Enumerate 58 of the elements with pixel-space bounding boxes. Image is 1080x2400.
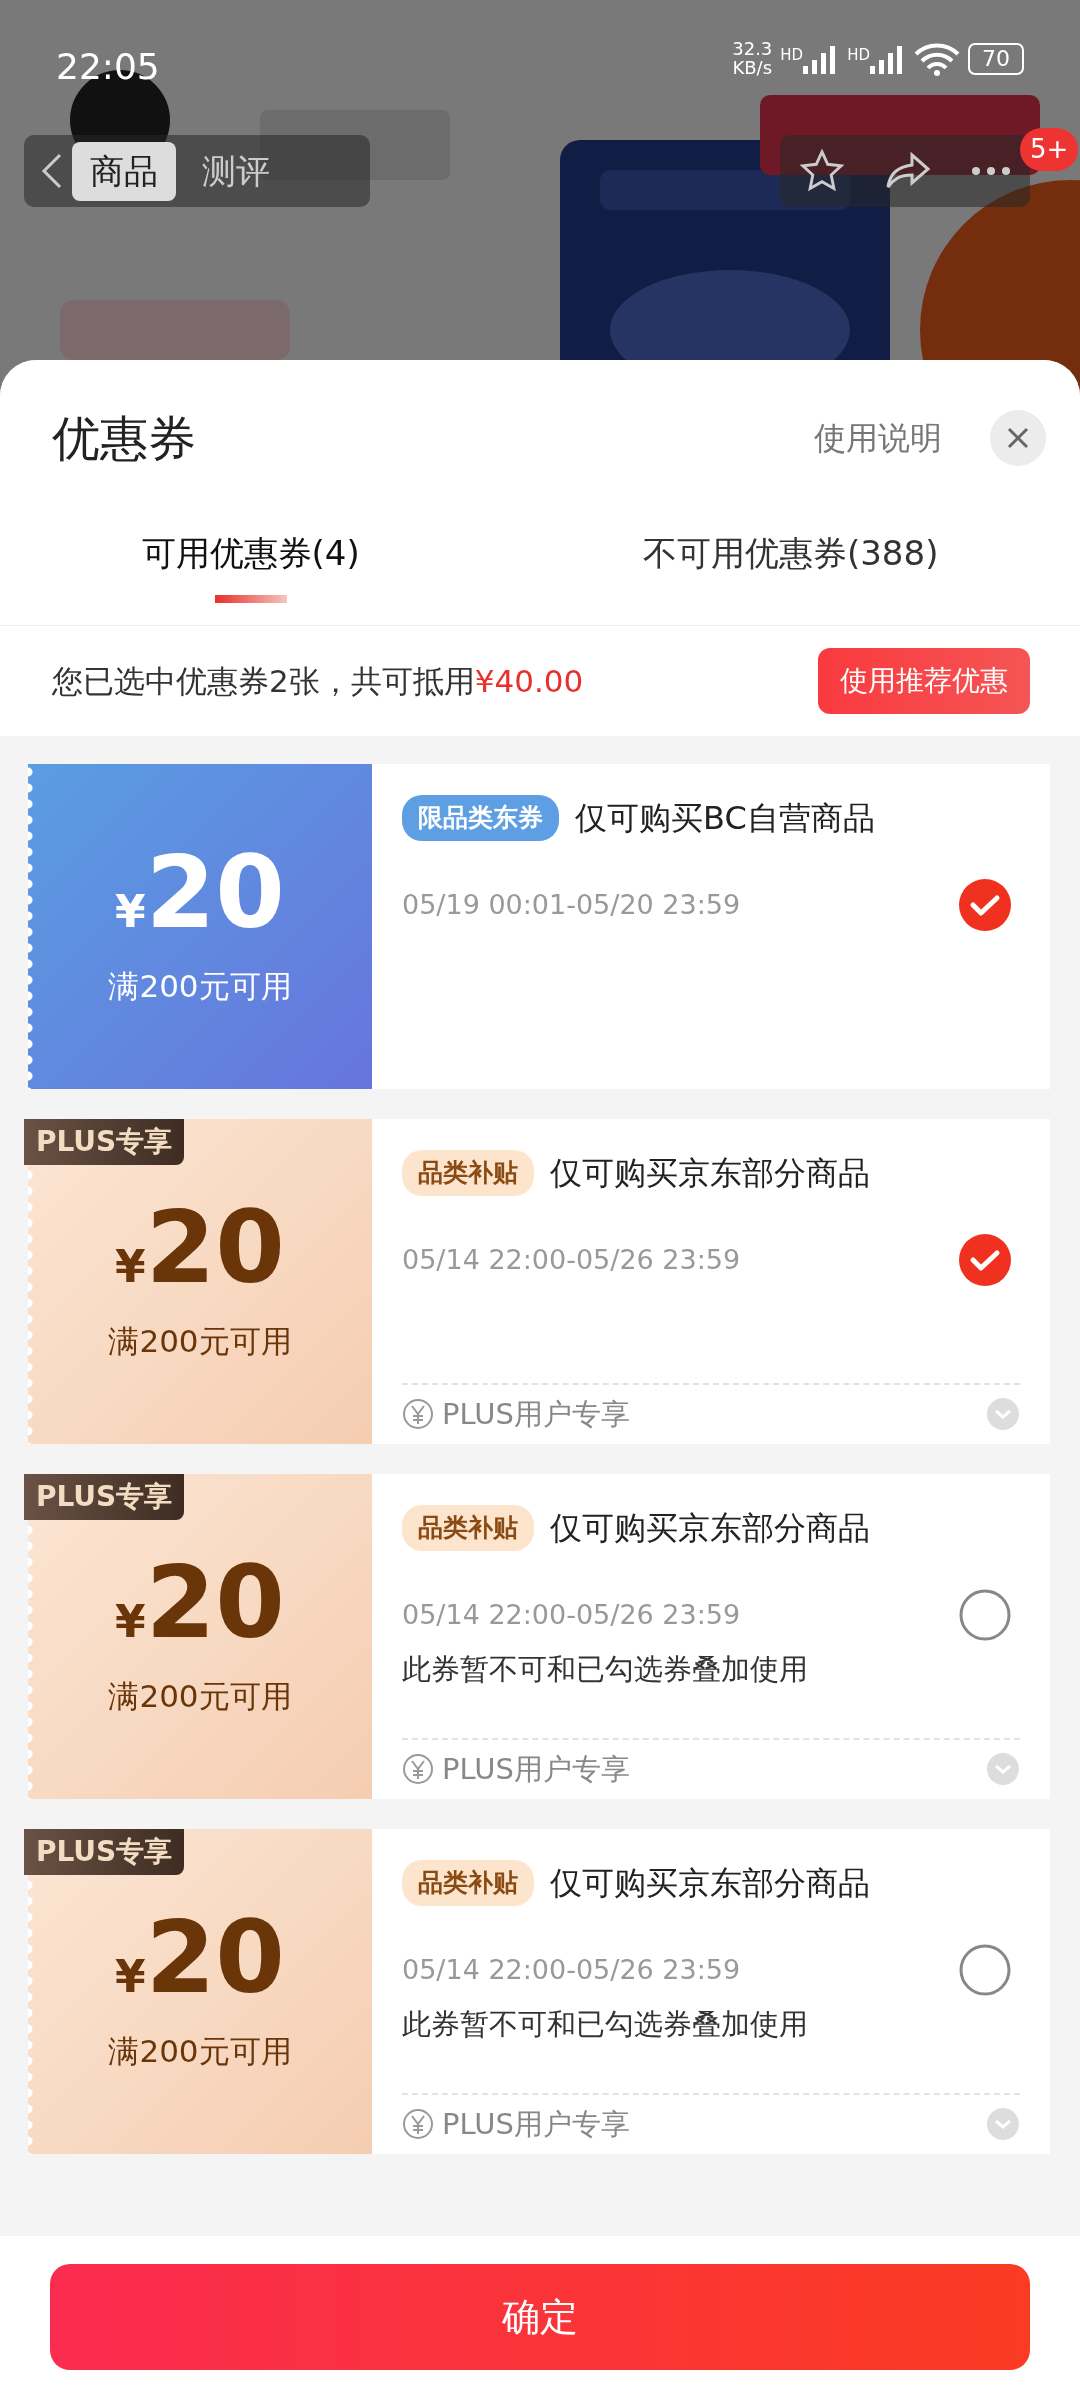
close-icon — [1006, 426, 1030, 450]
category-tag: 品类补贴 — [402, 1150, 534, 1196]
checked-icon[interactable] — [958, 878, 1012, 932]
more-icon[interactable] — [970, 166, 1011, 176]
plus-badge: PLUS专享 — [24, 1474, 185, 1520]
spend-condition: 满200元可用 — [108, 2032, 292, 2072]
spend-condition: 满200元可用 — [108, 967, 292, 1007]
plus-badge: PLUS专享 — [24, 1119, 185, 1165]
sheet-title: 优惠券 — [52, 409, 196, 468]
yen-icon — [402, 1398, 434, 1431]
coupon-amount: ¥20 — [115, 843, 285, 946]
plus-badge: PLUS专享 — [24, 1829, 185, 1875]
selection-summary: 您已选中优惠券2张，共可抵用¥40.00 — [52, 661, 584, 701]
wifi-icon — [914, 41, 960, 76]
recommend-button[interactable]: 使用推荐优惠 — [818, 648, 1030, 714]
yen-icon — [402, 2108, 434, 2141]
confirm-button[interactable]: 确定 — [50, 2264, 1030, 2370]
coupon-tab[interactable]: 可用优惠券(4) — [141, 528, 360, 579]
category-tag: 限品类东券 — [402, 795, 559, 841]
stacking-note: 此券暂不可和已勾选券叠加使用 — [402, 2006, 809, 2043]
member-note: PLUS用户专享 — [442, 1395, 630, 1433]
validity-period: 05/14 22:00-05/26 23:59 — [402, 1952, 741, 1987]
spend-condition: 满200元可用 — [108, 1677, 292, 1717]
coupon-title: 仅可购买京东部分商品 — [550, 1153, 870, 1194]
coupon-title: 仅可购买京东部分商品 — [550, 1863, 870, 1904]
validity-period: 05/14 22:00-05/26 23:59 — [402, 1597, 741, 1632]
checkbox[interactable] — [958, 1588, 1012, 1642]
validity-period: 05/14 22:00-05/26 23:59 — [402, 1242, 741, 1277]
share-icon[interactable] — [884, 151, 932, 191]
network-speed: 32.3 — [732, 40, 773, 59]
member-note: PLUS用户专享 — [442, 2105, 630, 2143]
stacking-note: 此券暂不可和已勾选券叠加使用 — [402, 1651, 809, 1688]
checkbox[interactable] — [958, 1943, 1012, 1997]
coupon-amount: ¥20 — [115, 1553, 285, 1656]
member-note: PLUS用户专享 — [442, 1750, 630, 1788]
coupon-card[interactable]: ¥20 满200元可用 限品类东券 仅可购买BC自营商品 05/19 00:01-05/20 23:59 — [28, 764, 1050, 1089]
network-type: HD — [847, 44, 870, 66]
validity-period: 05/19 00:01-05/20 23:59 — [402, 887, 741, 922]
back-icon[interactable] — [40, 151, 64, 191]
network-type: HD — [780, 44, 804, 66]
yen-icon — [402, 1753, 434, 1786]
checked-icon[interactable] — [958, 1233, 1012, 1287]
coupon-tab[interactable]: 不可用优惠券(388) — [642, 528, 939, 579]
coupon-amount: ¥20 — [115, 1198, 285, 1301]
spend-condition: 满200元可用 — [108, 1322, 292, 1362]
coupon-title: 仅可购买BC自营商品 — [575, 798, 875, 839]
help-link[interactable]: 使用说明 — [814, 414, 942, 462]
battery-indicator: 70 — [968, 42, 1024, 75]
coupon-title: 仅可购买京东部分商品 — [550, 1508, 870, 1549]
page-tab[interactable]: 测评 — [184, 141, 288, 201]
category-tag: 品类补贴 — [402, 1860, 534, 1906]
page-tab[interactable]: 商品 — [72, 141, 176, 201]
close-button[interactable] — [990, 410, 1046, 466]
category-tag: 品类补贴 — [402, 1505, 534, 1551]
network-speed-unit: KB/s — [732, 58, 773, 78]
clock-time: 22:05 — [56, 45, 160, 89]
star-icon[interactable] — [799, 148, 846, 194]
coupon-amount: ¥20 — [115, 1908, 285, 2011]
